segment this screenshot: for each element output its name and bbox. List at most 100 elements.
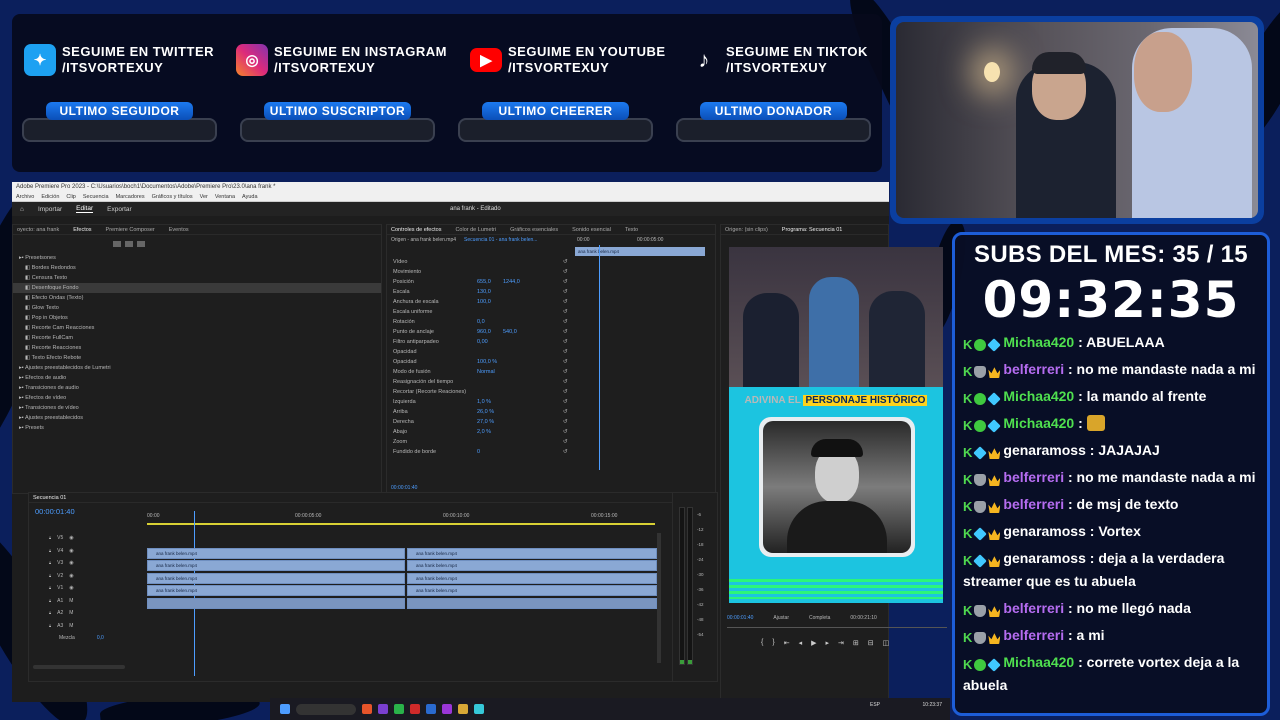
accelerated-filter-icon[interactable] [113, 241, 121, 247]
ec-property-row[interactable]: Vídeo ↺ [387, 257, 573, 267]
export-frame-icon[interactable]: ◫ [883, 639, 890, 647]
chat-username[interactable]: Michaa420 [1003, 654, 1074, 670]
ec-playhead[interactable] [599, 245, 600, 470]
reset-icon[interactable]: ↺ [563, 327, 568, 337]
ec-tab[interactable]: Gráficos esenciales [510, 225, 558, 234]
tab-effects[interactable]: Efectos [73, 225, 91, 234]
ec-property-row[interactable]: Reasignación del tiempo ↺ [387, 377, 573, 387]
chat-username[interactable]: belferreri [1003, 361, 1064, 377]
chat-username[interactable]: Michaa420 [1003, 334, 1074, 350]
reset-icon[interactable]: ↺ [563, 447, 568, 457]
lock-icon[interactable]: 🔒︎ [49, 598, 51, 604]
effects-tree-item[interactable]: ◧ Efecto Ondas (Texto) [13, 293, 381, 303]
chat-username[interactable]: belferreri [1003, 627, 1064, 643]
instagram-link[interactable]: ◎ SEGUIME EN INSTAGRAM/ITSVORTEXUY [236, 44, 447, 76]
ec-property-value2[interactable]: 1244,0 [503, 277, 520, 287]
work-area-bar[interactable] [147, 523, 655, 525]
effects-tree-item[interactable]: ◧ Pop in Objetos [13, 313, 381, 323]
menu-item[interactable]: Edición [41, 193, 59, 201]
ec-property-value[interactable]: Normal [477, 367, 495, 377]
mute-icon[interactable]: M [69, 623, 73, 629]
reset-icon[interactable]: ↺ [563, 337, 568, 347]
chat-username[interactable]: genaramoss [1003, 550, 1085, 566]
go-to-out-icon[interactable]: ⇥ [838, 639, 844, 647]
ec-property-value2[interactable]: 540,0 [503, 327, 517, 337]
chat-username[interactable]: belferreri [1003, 600, 1064, 616]
reset-icon[interactable]: ↺ [563, 307, 568, 317]
mute-icon[interactable]: M [69, 598, 73, 604]
ec-property-row[interactable]: Anchura de escala 100,0 ↺ [387, 297, 573, 307]
ec-property-value[interactable]: 100,0 % [477, 357, 497, 367]
ec-property-row[interactable]: Derecha 27,0 % ↺ [387, 417, 573, 427]
ec-property-value[interactable]: 1,0 % [477, 397, 491, 407]
timeline-zoom-scroll[interactable] [33, 665, 125, 669]
tab-import[interactable]: Importar [38, 206, 62, 213]
lift-icon[interactable]: ⊞ [853, 639, 859, 647]
program-video-frame[interactable]: ADIVINA EL PERSONAJE HISTÓRICO [729, 247, 943, 603]
lock-icon[interactable]: 🔒︎ [49, 610, 51, 616]
ec-property-value[interactable]: 960,0 [477, 327, 491, 337]
effects-tree-item[interactable]: ◧ Desenfoque Fondo [13, 283, 381, 293]
video-clip[interactable]: ana frank belen.mp4 [407, 585, 657, 596]
eye-icon[interactable]: ◉ [69, 560, 73, 566]
program-scrub-bar[interactable] [727, 627, 947, 628]
eye-icon[interactable]: ◉ [69, 548, 73, 554]
audio-clip[interactable] [147, 597, 405, 609]
video-clip[interactable]: ana frank belen.mp4 [407, 560, 657, 571]
effects-tree-item[interactable]: ▸▪ Efectos de vídeo [13, 393, 381, 403]
taskbar-app-icon[interactable] [378, 704, 388, 714]
taskbar-app-icon[interactable] [458, 704, 468, 714]
taskbar-app-icon[interactable] [474, 704, 484, 714]
track-header[interactable]: 🔒︎ A2 M [49, 610, 73, 616]
menu-item[interactable]: Ayuda [242, 193, 258, 201]
tab-edit[interactable]: Editar [76, 205, 94, 213]
lock-icon[interactable]: 🔒︎ [49, 573, 51, 579]
twitter-link[interactable]: ✦ SEGUIME EN TWITTER/ITSVORTEXUY [24, 44, 214, 76]
chat-username[interactable]: genaramoss [1003, 442, 1085, 458]
ec-property-row[interactable]: Rotación 0,0 ↺ [387, 317, 573, 327]
menu-item[interactable]: Ver [200, 193, 208, 201]
mix-value[interactable]: 0,0 [97, 635, 104, 641]
effects-tree-item[interactable]: ▸▪ Ajustes preestablecidos de Lumetri [13, 363, 381, 373]
menu-item[interactable]: Clip [66, 193, 75, 201]
reset-icon[interactable]: ↺ [563, 347, 568, 357]
ec-property-row[interactable]: Opacidad ↺ [387, 347, 573, 357]
effects-tree-item[interactable]: ▸▪ Transiciones de vídeo [13, 403, 381, 413]
timeline-vscroll[interactable] [657, 533, 661, 663]
reset-icon[interactable]: ↺ [563, 357, 568, 367]
effects-tree-item[interactable]: ◧ Bordes Redondos [13, 263, 381, 273]
track-header[interactable]: 🔒︎ A3 M [49, 623, 73, 629]
chat-username[interactable]: Michaa420 [1003, 388, 1074, 404]
effects-tree-item[interactable]: ◧ Texto Efecto Rebote [13, 353, 381, 363]
reset-icon[interactable]: ↺ [563, 377, 568, 387]
mark-out-icon[interactable]: } [772, 639, 774, 647]
ec-property-value[interactable]: 26,0 % [477, 407, 494, 417]
effects-tree-item[interactable]: ▸▪ Ajustes preestablecidos [13, 413, 381, 423]
lock-icon[interactable]: 🔒︎ [49, 548, 51, 554]
lock-icon[interactable]: 🔒︎ [49, 623, 51, 629]
ec-property-value[interactable]: 130,0 [477, 287, 491, 297]
chat-username[interactable]: belferreri [1003, 469, 1064, 485]
fit-dropdown[interactable]: Ajustar [773, 615, 789, 621]
effects-tree-item[interactable]: ◧ Glow Texto [13, 303, 381, 313]
ec-property-value[interactable]: 27,0 % [477, 417, 494, 427]
lock-icon[interactable]: 🔒︎ [49, 560, 51, 566]
taskbar-premiere-icon[interactable] [442, 704, 452, 714]
reset-icon[interactable]: ↺ [563, 427, 568, 437]
video-clip[interactable]: ana frank belen.mp4 [147, 585, 405, 596]
ec-property-row[interactable]: Escala uniforme ↺ [387, 307, 573, 317]
reset-icon[interactable]: ↺ [563, 267, 568, 277]
ec-property-row[interactable]: Opacidad 100,0 % ↺ [387, 357, 573, 367]
ec-property-row[interactable]: Arriba 26,0 % ↺ [387, 407, 573, 417]
step-forward-icon[interactable]: ▸ [825, 639, 829, 647]
ec-tab[interactable]: Texto [625, 225, 638, 234]
eye-icon[interactable]: ◉ [69, 535, 73, 541]
ec-property-row[interactable]: Movimiento ↺ [387, 267, 573, 277]
home-icon[interactable]: ⌂ [20, 206, 24, 213]
tab-project[interactable]: oyecto: ana frank [17, 225, 59, 234]
reset-icon[interactable]: ↺ [563, 417, 568, 427]
video-clip[interactable]: ana frank belen.mp4 [147, 560, 405, 571]
ec-source-label[interactable]: Origen - ana frank belen.mp4 [391, 235, 456, 245]
32bit-filter-icon[interactable] [125, 241, 133, 247]
tab-program-monitor[interactable]: Programa: Secuencia 01 [782, 225, 843, 234]
